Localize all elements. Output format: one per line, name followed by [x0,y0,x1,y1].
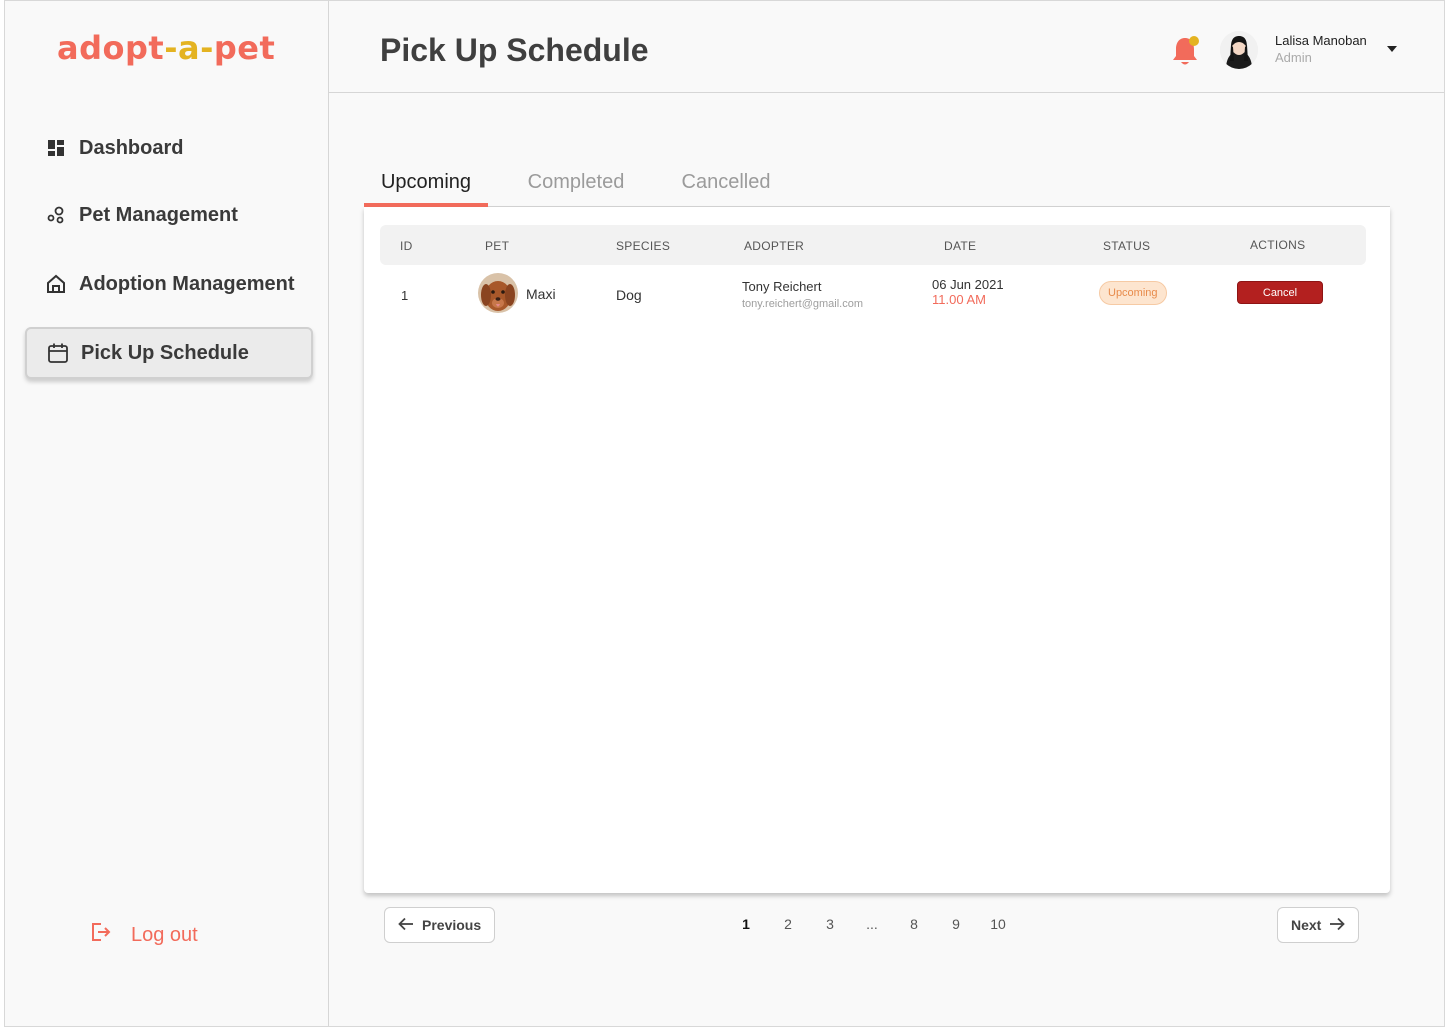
status-badge: Upcoming [1099,281,1167,305]
table-row: 1 Maxi Dog Tony Reichert tony.reichert@g… [380,269,1366,319]
app-logo[interactable]: adopt-a-pet [57,29,275,67]
tab-cancelled[interactable]: Cancelled [676,171,776,207]
page-title: Pick Up Schedule [380,32,649,68]
cancel-button[interactable]: Cancel [1237,281,1323,304]
user-avatar[interactable] [1220,31,1258,69]
page-number[interactable]: 1 [736,916,756,932]
page-number[interactable]: 3 [820,916,840,932]
top-header: Pick Up Schedule Lalisa Manoban Admin [329,1,1444,93]
pickup-time: 11.00 AM [932,292,986,307]
sidebar-item-label: Pick Up Schedule [81,341,249,364]
previous-page-button[interactable]: Previous [384,907,496,943]
sidebar: adopt-a-pet Dashboard Pet Management Ado… [5,1,329,1026]
calendar-icon [47,342,69,364]
arrow-right-icon [1329,917,1346,934]
column-header-pet: PET [485,239,510,253]
row-id: 1 [401,288,409,303]
page-number[interactable]: 8 [904,916,924,932]
sidebar-item-adoption-management[interactable]: Adoption Management [25,258,313,310]
sidebar-item-label: Adoption Management [79,272,295,295]
status-tabs: Upcoming Completed Cancelled [364,161,1390,207]
column-header-actions: ACTIONS [1250,238,1306,252]
user-name: Lalisa Manoban [1275,33,1367,48]
page-number[interactable]: 9 [946,916,966,932]
home-icon [45,273,67,295]
pickup-date: 06 Jun 2021 [932,277,1004,292]
pet-photo [478,273,518,313]
page-number[interactable]: 10 [988,916,1008,932]
column-header-date: DATE [944,239,977,253]
table-header: ID PET SPECIES ADOPTER DATE STATUS ACTIO… [380,225,1366,265]
sidebar-item-pick-up-schedule[interactable]: Pick Up Schedule [25,327,313,379]
column-header-status: STATUS [1103,239,1151,253]
adopter-name: Tony Reichert [742,279,822,294]
dashboard-icon [45,137,67,159]
column-header-id: ID [400,239,413,253]
previous-label: Previous [422,917,482,933]
logout-icon [89,921,111,949]
sidebar-item-label: Pet Management [79,203,238,226]
pet-species: Dog [616,287,642,303]
logout-label: Log out [131,923,198,946]
sidebar-item-pet-management[interactable]: Pet Management [25,189,313,241]
pet-name: Maxi [526,286,556,302]
adopter-email: tony.reichert@gmail.com [742,298,863,310]
schedule-table-card: ID PET SPECIES ADOPTER DATE STATUS ACTIO… [364,207,1390,893]
next-page-button[interactable]: Next [1277,907,1360,943]
user-menu-chevron-down-icon[interactable] [1387,46,1397,52]
pet-management-icon [45,204,67,226]
sidebar-item-dashboard[interactable]: Dashboard [25,122,313,174]
page-number[interactable]: 2 [778,916,798,932]
tab-upcoming[interactable]: Upcoming [364,171,488,207]
tab-completed[interactable]: Completed [524,171,628,207]
user-role: Admin [1275,50,1312,65]
logout-button[interactable]: Log out [89,921,198,949]
notification-bell-icon[interactable] [1171,34,1201,68]
column-header-species: SPECIES [616,239,671,253]
page-ellipsis: ... [866,916,878,932]
logo-text-adopt: adopt [57,29,165,67]
sidebar-item-label: Dashboard [79,136,184,159]
next-label: Next [1291,917,1322,933]
arrow-left-icon [398,917,414,934]
app-window: adopt-a-pet Dashboard Pet Management Ado… [4,0,1445,1027]
logo-text-a: -a- [164,29,214,67]
column-header-adopter: ADOPTER [744,239,805,253]
logo-text-pet: pet [213,29,276,67]
